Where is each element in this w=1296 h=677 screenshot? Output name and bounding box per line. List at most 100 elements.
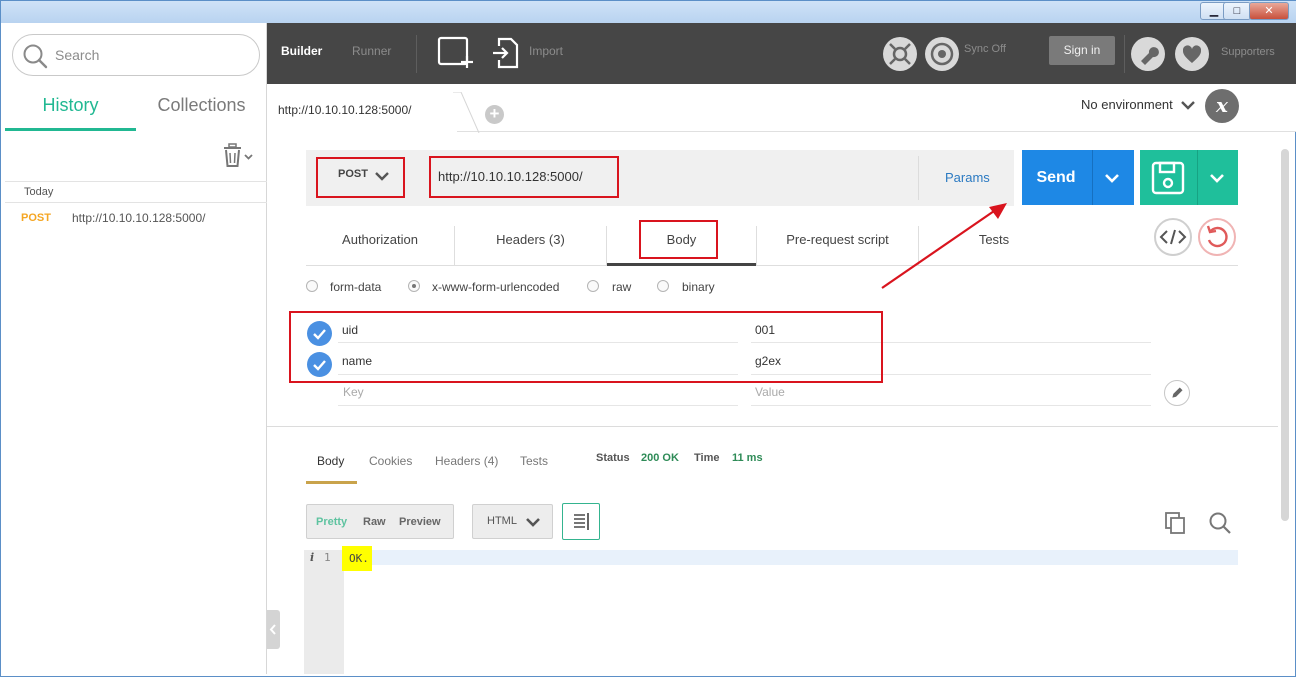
chevron-down-icon[interactable] bbox=[1181, 100, 1195, 110]
divider bbox=[918, 156, 919, 200]
tab-authorization[interactable]: Authorization bbox=[306, 232, 454, 266]
response-body-text[interactable]: OK. bbox=[349, 552, 369, 565]
active-tab-indicator bbox=[607, 263, 756, 266]
request-tab[interactable]: http://10.10.10.128:5000/ bbox=[267, 92, 457, 133]
wrap-lines-button[interactable] bbox=[562, 503, 600, 540]
supporters-label[interactable]: Supporters bbox=[1221, 46, 1275, 58]
section-divider bbox=[267, 426, 1278, 427]
radio-x-www-form-urlencoded[interactable] bbox=[408, 280, 420, 292]
code-icon bbox=[1159, 229, 1187, 245]
status-value: 200 OK bbox=[641, 452, 679, 464]
response-tab-body[interactable]: Body bbox=[317, 454, 344, 468]
save-button[interactable] bbox=[1140, 150, 1238, 205]
wrap-text-icon bbox=[574, 513, 589, 530]
search-input[interactable]: Search bbox=[12, 34, 260, 76]
interceptor-icon[interactable] bbox=[883, 37, 917, 71]
radio-raw[interactable] bbox=[587, 280, 599, 292]
view-preview-button[interactable]: Preview bbox=[399, 516, 441, 528]
add-tab-button[interactable]: + bbox=[485, 105, 504, 124]
tab-history[interactable]: History bbox=[5, 91, 136, 131]
editor-line-highlight bbox=[344, 550, 1238, 565]
chevron-down-icon[interactable] bbox=[1209, 172, 1225, 184]
new-value-input[interactable]: Value bbox=[755, 385, 785, 399]
environment-select[interactable]: No environment bbox=[1081, 97, 1173, 112]
new-window-icon[interactable] bbox=[437, 36, 475, 70]
radio-label[interactable]: x-www-form-urlencoded bbox=[432, 280, 559, 294]
settings-wrench-icon[interactable] bbox=[1131, 37, 1165, 71]
annotation-arrow bbox=[881, 203, 1007, 289]
time-label: Time bbox=[694, 452, 720, 464]
editor-gutter bbox=[304, 550, 344, 674]
view-mode-group: Pretty Raw Preview bbox=[306, 504, 454, 539]
search-placeholder: Search bbox=[55, 47, 100, 63]
history-group-header: Today bbox=[5, 181, 267, 203]
chevron-left-icon bbox=[269, 624, 276, 635]
runner-tab[interactable]: Runner bbox=[352, 44, 391, 58]
response-tab-cookies[interactable]: Cookies bbox=[369, 454, 412, 468]
row-divider bbox=[751, 405, 1151, 406]
app-window: ▁ □ ✕ Search History Collections Today P… bbox=[0, 0, 1296, 677]
history-item-method[interactable]: POST bbox=[21, 212, 51, 224]
tab-collections[interactable]: Collections bbox=[136, 91, 267, 131]
chevron-down-icon[interactable] bbox=[1104, 172, 1120, 184]
copy-icon[interactable] bbox=[1163, 510, 1189, 536]
info-icon: i bbox=[310, 551, 315, 564]
new-key-input[interactable]: Key bbox=[343, 385, 364, 399]
divider bbox=[1197, 150, 1198, 205]
import-icon[interactable] bbox=[491, 36, 521, 70]
annotation-box-url bbox=[429, 156, 619, 198]
close-button[interactable]: ✕ bbox=[1249, 2, 1289, 20]
pencil-icon bbox=[1172, 387, 1183, 398]
title-bar: ▁ □ ✕ bbox=[1, 1, 1296, 23]
view-pretty-button[interactable]: Pretty bbox=[316, 516, 347, 528]
toolbar-divider bbox=[1124, 35, 1125, 73]
sync-status: Sync Off bbox=[964, 43, 1006, 55]
sidebar: Search History Collections Today POST ht… bbox=[5, 23, 267, 674]
status-label: Status bbox=[596, 452, 630, 464]
request-tab-bar: http://10.10.10.128:5000/ + No environme… bbox=[267, 84, 1296, 133]
import-label[interactable]: Import bbox=[529, 44, 563, 58]
row-divider bbox=[338, 405, 738, 406]
reset-button[interactable] bbox=[1198, 218, 1236, 256]
response-tab-headers[interactable]: Headers (4) bbox=[435, 454, 498, 468]
collapse-sidebar-handle[interactable] bbox=[267, 610, 280, 649]
radio-form-data[interactable] bbox=[306, 280, 318, 292]
vertical-scrollbar[interactable] bbox=[1281, 149, 1289, 521]
url-bar: POST http://10.10.10.128:5000/ Params bbox=[306, 150, 1014, 206]
signin-button[interactable]: Sign in bbox=[1049, 36, 1115, 65]
trash-icon[interactable] bbox=[221, 143, 255, 169]
time-value: 11 ms bbox=[732, 452, 763, 464]
builder-tab[interactable]: Builder bbox=[281, 44, 322, 58]
sync-icon[interactable] bbox=[925, 37, 959, 71]
params-button[interactable]: Params bbox=[945, 170, 990, 185]
view-raw-button[interactable]: Raw bbox=[363, 516, 386, 528]
search-icon[interactable] bbox=[1207, 510, 1233, 536]
top-toolbar: Builder Runner Import Sync Off Sign in S… bbox=[267, 23, 1296, 84]
save-icon[interactable] bbox=[1150, 160, 1186, 196]
search-icon bbox=[23, 44, 48, 69]
format-value[interactable]: HTML bbox=[487, 515, 517, 527]
annotation-box-params bbox=[289, 311, 883, 383]
response-tab-tests[interactable]: Tests bbox=[520, 454, 548, 468]
undo-icon bbox=[1206, 225, 1228, 248]
send-label[interactable]: Send bbox=[1022, 150, 1090, 205]
send-button[interactable]: Send bbox=[1022, 150, 1134, 205]
radio-label[interactable]: binary bbox=[682, 280, 715, 294]
radio-binary[interactable] bbox=[657, 280, 669, 292]
generate-code-button[interactable] bbox=[1154, 218, 1192, 256]
divider bbox=[1092, 150, 1093, 205]
radio-label[interactable]: form-data bbox=[330, 280, 381, 294]
history-item-url[interactable]: http://10.10.10.128:5000/ bbox=[72, 211, 205, 225]
bulk-edit-button[interactable] bbox=[1164, 380, 1190, 406]
annotation-box-method bbox=[316, 157, 405, 198]
annotation-box-body-tab bbox=[639, 220, 718, 259]
radio-label[interactable]: raw bbox=[612, 280, 631, 294]
toolbar-divider bbox=[416, 35, 417, 73]
maximize-button[interactable]: □ bbox=[1223, 2, 1251, 20]
chevron-down-icon[interactable] bbox=[525, 517, 541, 528]
format-select[interactable]: HTML bbox=[472, 504, 553, 539]
environment-quicklook-icon[interactable]: x bbox=[1205, 89, 1239, 123]
heart-icon[interactable] bbox=[1175, 37, 1209, 71]
tab-headers[interactable]: Headers (3) bbox=[455, 232, 606, 266]
line-number: 1 bbox=[324, 551, 331, 564]
